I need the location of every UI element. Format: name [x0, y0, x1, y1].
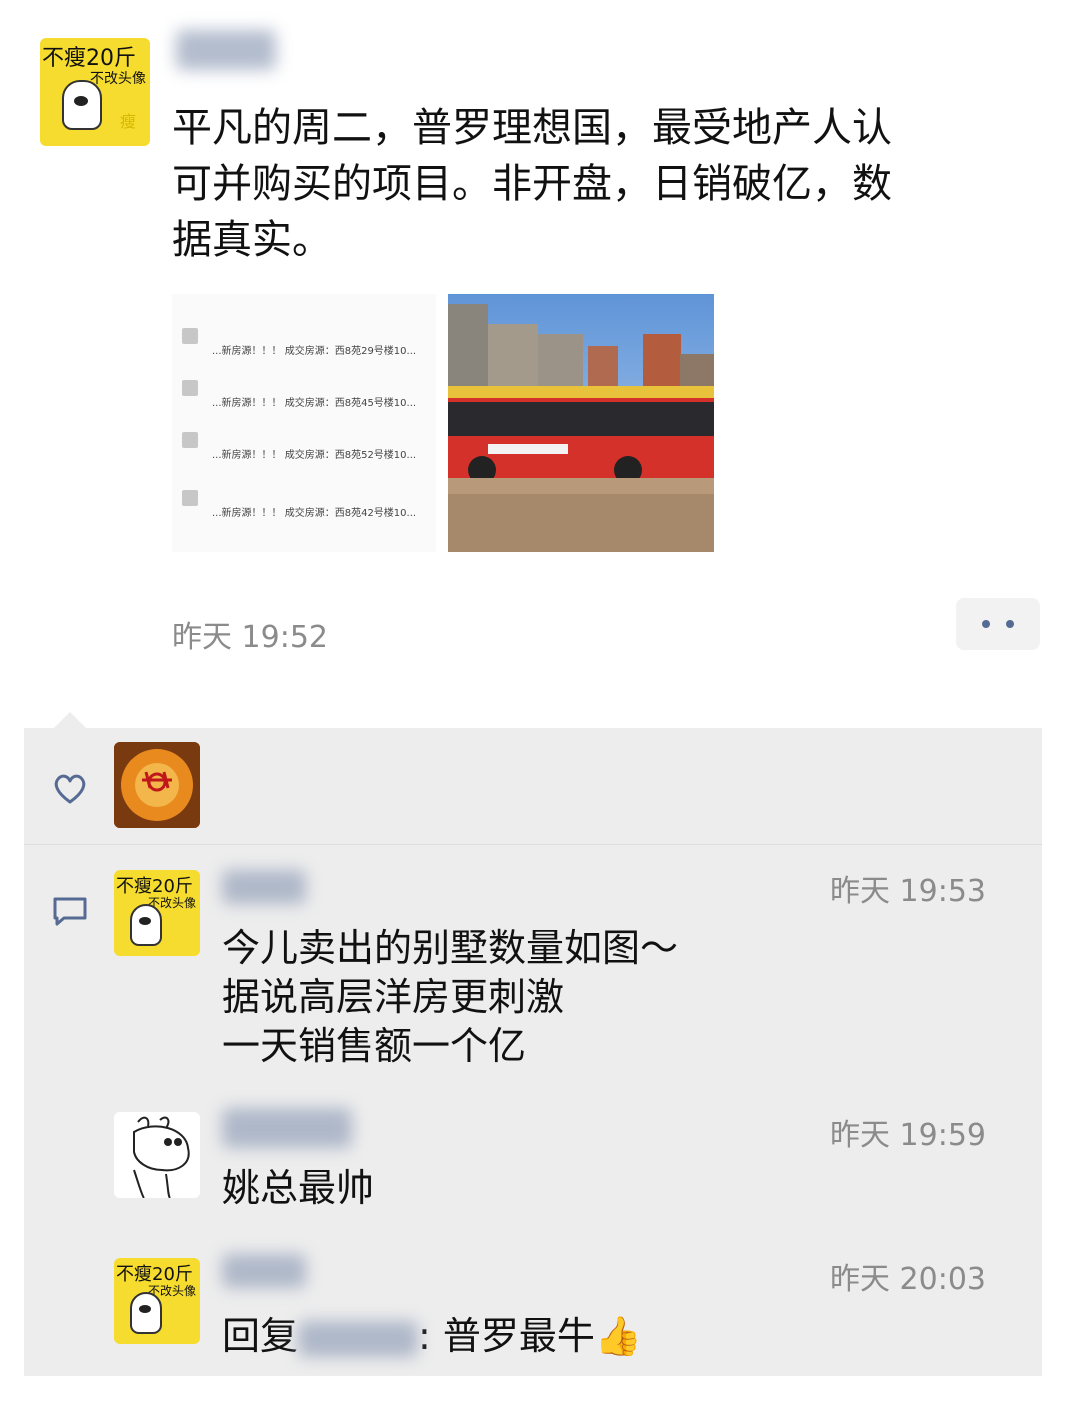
more-button[interactable]: [956, 598, 1040, 650]
ghost-icon: [62, 80, 102, 130]
liker-avatar[interactable]: [114, 742, 200, 828]
list-item: ...新房源！！！ 成交房源：西8苑29号楼10...: [172, 328, 436, 364]
moomin-avatar-drawing: [114, 1112, 200, 1198]
comment-line: 一天销售额一个亿: [222, 1024, 527, 1068]
ghost-icon: [130, 904, 162, 946]
ghost-icon: [130, 1292, 162, 1334]
list-item: ...新房源！！！ 成交房源：西8苑52号楼10...: [172, 432, 436, 468]
post-image-chat-screenshot[interactable]: ...新房源！！！ 成交房源：西8苑29号楼10... ...新房源！！！ 成交…: [172, 294, 436, 552]
comment-text[interactable]: 今儿卖出的别墅数量如图～ 据说高层洋房更刺激 一天销售额一个亿: [222, 924, 982, 1071]
avatar-decor: 瘦: [120, 112, 137, 131]
post-text: 平凡的周二，普罗理想国，最受地产人认 可并购买的项目。非开盘，日销破亿，数 据真…: [172, 100, 1032, 268]
comment-time: 昨天 19:53: [830, 874, 986, 909]
commenter-avatar[interactable]: [114, 1112, 200, 1198]
post-text-line: 可并购买的项目。非开盘，日销破亿，数: [172, 161, 892, 207]
commenter-name-blurred[interactable]: [222, 870, 306, 904]
interaction-panel: 不瘦20斤 不改头像 昨天 19:53 今儿卖出的别墅数量如图～ 据说高层洋房更…: [24, 728, 1042, 1376]
list-item: ...新房源！！！ 成交房源：西8苑42号楼10...: [172, 490, 436, 526]
comment-line: 姚总最帅: [222, 1166, 375, 1210]
commenter-avatar[interactable]: 不瘦20斤 不改头像: [114, 1258, 200, 1344]
more-dots-icon: [982, 620, 990, 628]
panel-caret: [54, 712, 86, 728]
comment-text[interactable]: 姚总最帅: [222, 1164, 982, 1213]
comment-time: 昨天 20:03: [830, 1262, 986, 1297]
post-time: 昨天 19:52: [172, 620, 328, 655]
avatar-caption-sub: 不改头像: [90, 71, 146, 87]
reply-target-name-blurred[interactable]: [298, 1320, 419, 1357]
commenter-avatar[interactable]: 不瘦20斤 不改头像: [114, 870, 200, 956]
panel-divider: [24, 844, 1042, 845]
author-avatar[interactable]: 不瘦20斤 不改头像 瘦: [40, 38, 150, 146]
commenter-name-blurred[interactable]: [222, 1108, 352, 1148]
post-text-line: 据真实。: [172, 217, 332, 263]
comment-line: 据说高层洋房更刺激: [222, 975, 565, 1019]
comment-icon: [53, 897, 87, 926]
commenter-name-blurred[interactable]: [222, 1254, 306, 1288]
more-dots-icon: [1006, 620, 1014, 628]
comment-text[interactable]: 回复 : 普罗最牛👍: [222, 1312, 982, 1361]
bus-photo-drawing: [448, 294, 714, 552]
likes-row: [24, 728, 1042, 844]
post-text-line: 平凡的周二，普罗理想国，最受地产人认: [172, 105, 892, 151]
post-image-bus-photo[interactable]: [448, 294, 714, 552]
liker-avatar-drawing: [114, 742, 200, 828]
comment-line: 今儿卖出的别墅数量如图～: [222, 926, 679, 970]
reply-text: : 普罗最牛👍: [418, 1314, 643, 1358]
comment-time: 昨天 19:59: [830, 1118, 986, 1153]
list-item: ...新房源！！！ 成交房源：西8苑45号楼10...: [172, 380, 436, 416]
heart-icon: [54, 774, 86, 804]
reply-prefix: 回复: [222, 1314, 299, 1358]
author-name-blurred[interactable]: [176, 30, 276, 70]
